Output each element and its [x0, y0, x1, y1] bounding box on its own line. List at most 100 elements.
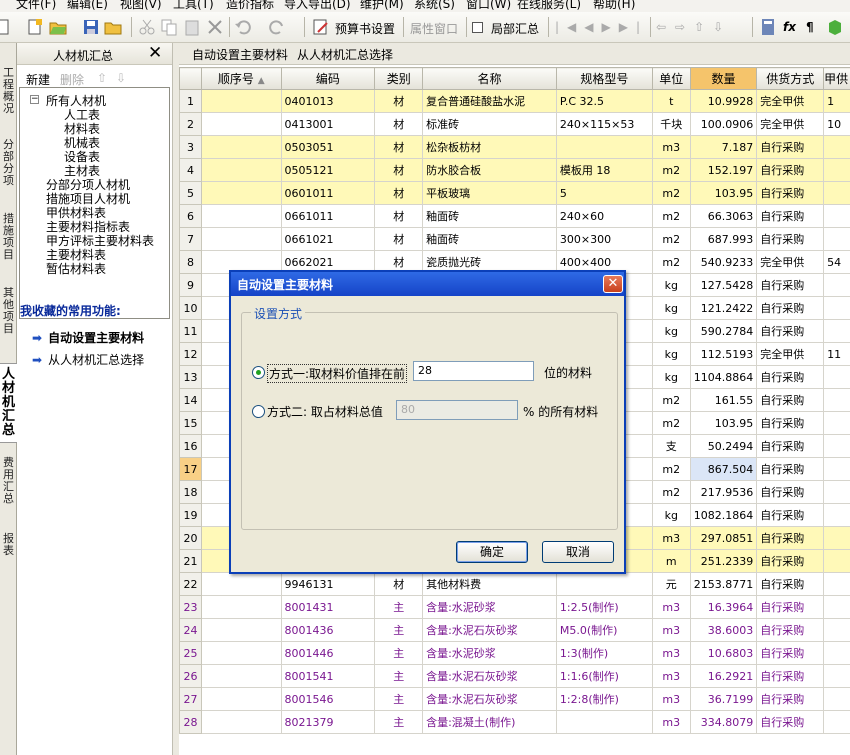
quantity-cell[interactable]: 112.5193 [689, 342, 758, 366]
spec-cell[interactable]: M5.0(制作) [555, 618, 653, 642]
quantity-cell[interactable]: 297.0851 [689, 526, 758, 550]
spec-cell[interactable] [555, 572, 653, 596]
row-number[interactable]: 3 [179, 135, 202, 159]
order-cell[interactable] [200, 664, 282, 688]
spec-cell[interactable]: 1:2:8(制作) [555, 687, 653, 711]
spec-cell[interactable]: P.C 32.5 [555, 89, 653, 113]
new-button[interactable]: 新建 [26, 71, 50, 88]
cut-icon[interactable] [138, 18, 156, 36]
code-cell[interactable]: 0505121 [280, 158, 376, 182]
supply-cell[interactable]: 完全甲供 [756, 112, 825, 136]
unit-cell[interactable]: 支 [651, 434, 691, 458]
quantity-cell[interactable]: 2153.8771 [689, 572, 758, 596]
quantity-cell[interactable]: 36.7199 [689, 687, 758, 711]
tree-item-all[interactable]: 所有人材机 [46, 94, 106, 108]
quantity-cell[interactable]: 10.6803 [689, 641, 758, 665]
menu-view[interactable]: 视图(V) [120, 0, 162, 12]
owner-supplied-cell[interactable] [823, 411, 850, 435]
col-order[interactable]: 顺序号 ▲ [200, 67, 282, 90]
name-cell[interactable]: 防水胶合板 [422, 158, 557, 182]
row-number[interactable]: 9 [179, 273, 202, 297]
unit-cell[interactable]: m2 [651, 480, 691, 504]
owner-supplied-cell[interactable] [823, 135, 850, 159]
quantity-cell[interactable]: 38.6003 [689, 618, 758, 642]
option1-label[interactable]: 方式一:取材料价值排在前 [267, 364, 408, 383]
row-number[interactable]: 14 [179, 388, 202, 412]
export-icon[interactable] [104, 18, 122, 36]
vtab-labor-material-summary[interactable]: 人材机汇总 [0, 363, 17, 443]
row-number[interactable]: 13 [179, 365, 202, 389]
ok-button[interactable]: 确定 [456, 541, 528, 563]
unit-cell[interactable]: kg [651, 296, 691, 320]
table-row[interactable]: 25 8001446 主含量:水泥砂浆 1:3(制作) m3 10.6803 自行采购 [179, 641, 850, 665]
name-cell[interactable]: 含量:水泥砂浆 [422, 595, 557, 619]
unit-cell[interactable]: m3 [651, 664, 691, 688]
option1-radio[interactable] [252, 366, 265, 379]
unit-cell[interactable]: m2 [651, 204, 691, 228]
move-up-icon[interactable]: ⇧ [97, 71, 107, 85]
quantity-cell[interactable]: 7.187 [689, 135, 758, 159]
table-row[interactable]: 22 9946131 材其他材料费 元 2153.8771 自行采购 [179, 572, 850, 596]
menu-window[interactable]: 窗口(W) [466, 0, 511, 12]
attr-window-button[interactable]: 属性窗口 [410, 20, 458, 37]
table-row[interactable]: 5 0601011 材平板玻璃 5 m2 103.95 自行采购 [179, 181, 850, 205]
name-cell[interactable]: 含量:水泥砂浆 [422, 641, 557, 665]
owner-supplied-cell[interactable] [823, 710, 850, 734]
unit-cell[interactable]: m2 [651, 388, 691, 412]
row-number[interactable]: 20 [179, 526, 202, 550]
spec-cell[interactable]: 1:3(制作) [555, 641, 653, 665]
row-number[interactable]: 2 [179, 112, 202, 136]
quantity-cell[interactable]: 66.3063 [689, 204, 758, 228]
paste-icon[interactable] [183, 18, 201, 36]
order-cell[interactable] [200, 158, 282, 182]
owner-supplied-cell[interactable] [823, 618, 850, 642]
delete-button[interactable]: 删除 [60, 71, 84, 88]
category-cell[interactable]: 材 [374, 204, 424, 228]
unit-cell[interactable]: kg [651, 319, 691, 343]
owner-supplied-cell[interactable] [823, 204, 850, 228]
record-nav-icons[interactable]: |◀◀▶▶| [555, 20, 648, 34]
category-cell[interactable]: 材 [374, 572, 424, 596]
row-number[interactable]: 21 [179, 549, 202, 573]
owner-supplied-cell[interactable] [823, 687, 850, 711]
collapse-icon[interactable]: − [30, 95, 39, 104]
row-number[interactable]: 25 [179, 641, 202, 665]
owner-supplied-cell[interactable] [823, 641, 850, 665]
vtab-reports[interactable]: 报表 [0, 533, 17, 557]
code-cell[interactable]: 0661021 [280, 227, 376, 251]
order-cell[interactable] [200, 181, 282, 205]
code-cell[interactable]: 0401013 [280, 89, 376, 113]
row-number[interactable]: 26 [179, 664, 202, 688]
spec-cell[interactable]: 240×115×53 [555, 112, 653, 136]
unit-cell[interactable]: kg [651, 503, 691, 527]
quantity-cell[interactable]: 334.8079 [689, 710, 758, 734]
unit-cell[interactable]: m3 [651, 135, 691, 159]
tree-item-bid-main[interactable]: 甲方评标主要材料表 [46, 234, 154, 248]
code-cell[interactable]: 8001446 [280, 641, 376, 665]
category-cell[interactable]: 主 [374, 710, 424, 734]
row-number[interactable]: 6 [179, 204, 202, 228]
move-down-icon[interactable]: ⇩ [116, 71, 126, 85]
code-cell[interactable]: 8021379 [280, 710, 376, 734]
category-cell[interactable]: 材 [374, 89, 424, 113]
supply-cell[interactable]: 自行采购 [756, 181, 825, 205]
tree-item-equipment[interactable]: 设备表 [64, 150, 100, 164]
table-row[interactable]: 28 8021379 主含量:混凝土(制作) m3 334.8079 自行采购 [179, 710, 850, 734]
code-cell[interactable]: 8001541 [280, 664, 376, 688]
quantity-cell[interactable]: 50.2494 [689, 434, 758, 458]
name-cell[interactable]: 釉面砖 [422, 204, 557, 228]
category-cell[interactable]: 材 [374, 135, 424, 159]
menu-import-export[interactable]: 导入导出(D) [284, 0, 351, 12]
order-cell[interactable] [200, 687, 282, 711]
owner-supplied-cell[interactable] [823, 434, 850, 458]
quantity-cell[interactable]: 16.2921 [689, 664, 758, 688]
owner-supplied-cell[interactable]: 1 [823, 89, 850, 113]
owner-supplied-cell[interactable] [823, 181, 850, 205]
name-cell[interactable]: 复合普通硅酸盐水泥 [422, 89, 557, 113]
spec-cell[interactable]: 240×60 [555, 204, 653, 228]
unit-cell[interactable]: m2 [651, 181, 691, 205]
supply-cell[interactable]: 自行采购 [756, 273, 825, 297]
supply-cell[interactable]: 自行采购 [756, 710, 825, 734]
tree-item-machine[interactable]: 机械表 [64, 136, 100, 150]
name-cell[interactable]: 松杂板枋材 [422, 135, 557, 159]
